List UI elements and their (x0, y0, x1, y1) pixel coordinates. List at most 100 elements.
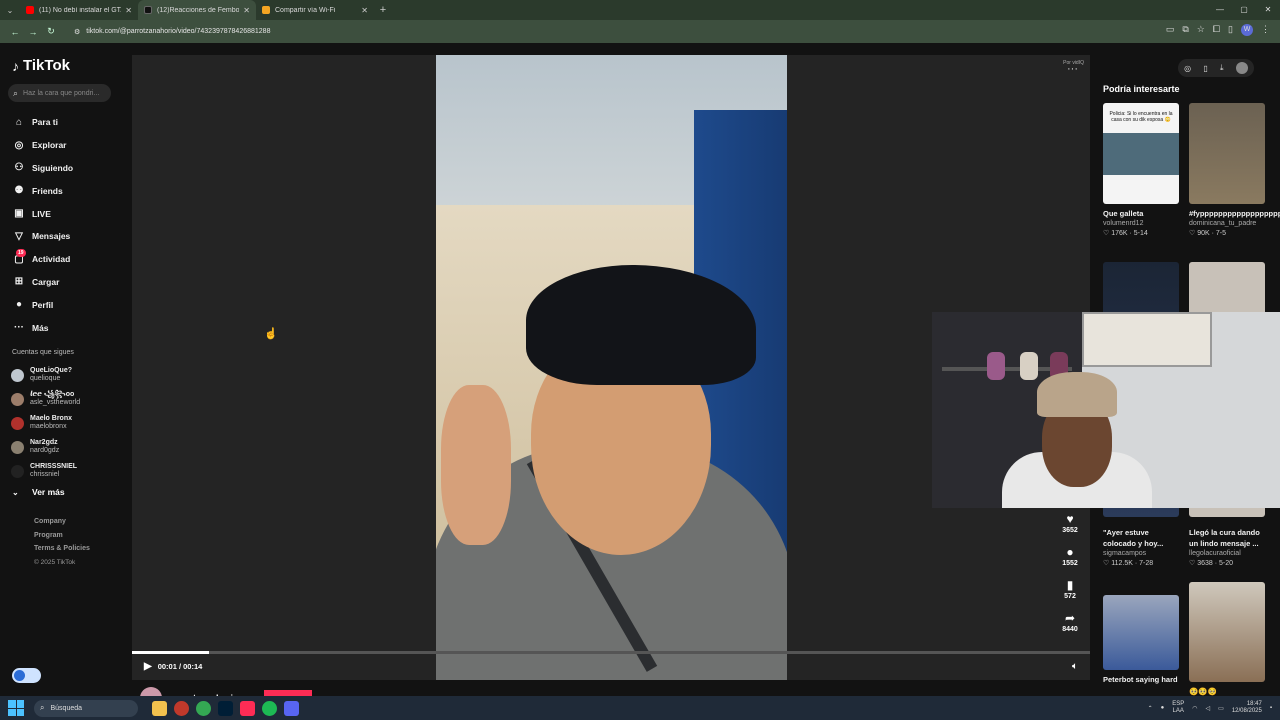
compass-icon[interactable]: ◎ (1184, 64, 1191, 73)
video-frame[interactable] (436, 55, 787, 680)
spotify-icon[interactable] (262, 700, 277, 716)
forward-icon[interactable]: → (24, 27, 42, 37)
chevron-up-icon[interactable]: ⌃ (1148, 705, 1153, 712)
volume-icon[interactable]: 🔈︎ (1072, 661, 1078, 672)
windows-start-icon[interactable] (8, 700, 24, 716)
menu-item-actividad[interactable]: ▢ 19 Actividad (12, 248, 73, 271)
cast-icon[interactable]: ▭ (1166, 24, 1175, 36)
menu-item-mensajes[interactable]: ▽ Mensajes (12, 225, 73, 248)
save-button[interactable]: ▮ 572 (1052, 578, 1088, 611)
menu-icon[interactable]: ⋮ (1261, 24, 1270, 36)
following-account[interactable]: Maelo Bronx maelobronx (11, 411, 80, 435)
wifi-icon[interactable]: ◠ (1192, 705, 1197, 712)
menu-item-friends[interactable]: ⚉ Friends (12, 179, 73, 202)
new-tab-button[interactable]: + (374, 4, 392, 16)
browser-tab[interactable]: Compartir vía Wi-Fi ✕ (256, 0, 374, 20)
menu-item-siguiendo[interactable]: ⚇ Siguiendo (12, 157, 74, 180)
minimize-icon[interactable]: — (1208, 0, 1232, 20)
tiktok-logo[interactable]: ♪ TikTok (12, 57, 70, 74)
phone-icon[interactable]: ▯ (1203, 64, 1207, 73)
video-progress-bar[interactable] (132, 651, 1090, 654)
menu-label: LIVE (32, 208, 51, 219)
close-icon[interactable]: ✕ (243, 6, 250, 15)
file-explorer-icon[interactable] (152, 700, 167, 716)
comment-button[interactable]: ● 1552 (1052, 545, 1088, 578)
see-more-button[interactable]: ⌄ Ver más (12, 487, 65, 497)
search-icon: ⌕ (13, 87, 19, 98)
recommended-video-card-text[interactable]: "Ayer estuve colocado y hoy... sigmacamp… (1103, 523, 1179, 569)
comment-count: 1552 (1062, 560, 1078, 567)
like-button[interactable]: ♥ 3652 (1052, 512, 1088, 545)
upload-icon: ⊞ (14, 276, 24, 288)
copyright: © 2025 TikTok (34, 558, 76, 566)
menu-item-perfil[interactable]: ● Perfil (12, 293, 73, 316)
maximize-icon[interactable]: ▢ (1232, 0, 1256, 20)
back-icon[interactable]: ← (6, 27, 24, 37)
clock[interactable]: 18:47 12/08/2025 (1232, 701, 1262, 715)
send-icon: ▽ (15, 230, 23, 242)
following-account[interactable]: CHRISSSNIEL chrissniel (11, 459, 80, 483)
extensions-icon[interactable]: ⧠ (1213, 24, 1220, 36)
reload-icon[interactable]: ↻ (42, 26, 60, 37)
app-icon[interactable] (174, 700, 189, 716)
url-text: tiktok.com/@parrotzanahorio/video/743239… (86, 28, 271, 35)
browser-tab[interactable]: (11) No debí instalar el GTA SA ✕ (20, 0, 138, 20)
tiktok-app-icon[interactable] (240, 700, 255, 716)
photoshop-icon[interactable] (218, 700, 233, 716)
speaker-icon[interactable]: ◁ (1206, 705, 1211, 712)
user-avatar[interactable] (1235, 62, 1248, 74)
bookmark-icon: ▮ (1066, 578, 1074, 592)
menu-item-mas[interactable]: ··· Más (12, 316, 73, 339)
download-icon[interactable]: ⤓ (1220, 63, 1224, 73)
more-options-icon[interactable]: ··· (1067, 63, 1078, 75)
menu-item-explorar[interactable]: ◎ Explorar (12, 134, 73, 157)
inbox-icon: ▢ 19 (14, 248, 26, 265)
browser-tab-active[interactable]: (12)Reacciones de Femboys al ✕ (138, 0, 256, 20)
close-icon[interactable]: ✕ (361, 6, 368, 15)
card-user: volumenrd12 (1103, 220, 1144, 227)
recommended-video-card[interactable]: #fyppppppppppppppppppppp... dominicana_t… (1189, 103, 1280, 239)
translate-icon[interactable]: ⧉ (1182, 24, 1188, 36)
mic-icon[interactable]: ● (1161, 705, 1165, 711)
url-bar[interactable]: ⚙ tiktok.com/@parrotzanahorio/video/7432… (66, 23, 1126, 40)
following-account[interactable]: Nar2gdz nard0gdz (11, 435, 80, 459)
taskbar-apps (152, 700, 299, 716)
recommended-video-card[interactable]: 🥺🥺🥺 (1189, 582, 1265, 697)
star-icon[interactable]: ☆ (1197, 24, 1205, 36)
lang-bottom: LAA (1172, 708, 1184, 714)
notifications-icon[interactable]: ▪ (1270, 705, 1272, 711)
extension-toggle[interactable] (12, 668, 41, 683)
following-account[interactable]: 𝙡𝙚𝙚 ꧁꧂oo asle_vstheworld (11, 387, 80, 411)
card-caption: Llegó la cura dando un lindo mensaje ... (1189, 528, 1260, 548)
footer-link-company[interactable]: Company (34, 518, 90, 532)
footer-link-program[interactable]: Program (34, 532, 90, 546)
play-icon[interactable]: ▶ (144, 661, 152, 672)
footer-link-terms[interactable]: Terms & Policies (34, 545, 90, 559)
menu-item-cargar[interactable]: ⊞ Cargar (12, 271, 73, 294)
chrome-icon[interactable] (196, 700, 211, 716)
share-button[interactable]: ➦ 8440 (1052, 611, 1088, 644)
language-indicator[interactable]: ESP LAA (1172, 701, 1184, 715)
recommended-video-card[interactable]: Peterbot saying hard (1103, 595, 1179, 685)
menu-item-live[interactable]: ▣ LIVE (12, 202, 73, 225)
recommended-video-card[interactable]: Policia: Si lo encuentra en la casa con … (1103, 103, 1179, 239)
following-account[interactable]: QueLioQue? quelioque (11, 363, 80, 387)
battery-icon[interactable]: ▭ (1218, 705, 1224, 712)
avatar (11, 464, 24, 478)
search-input[interactable]: ⌕ Haz la cara que pondri... (8, 84, 111, 102)
recommended-video-card-text[interactable]: Llegó la cura dando un lindo mensaje ...… (1189, 523, 1265, 569)
profile-avatar-icon[interactable]: W (1241, 24, 1253, 36)
youtube-icon (26, 6, 34, 14)
tab-search-icon[interactable]: ⌄ (0, 0, 20, 20)
discord-icon[interactable] (284, 700, 299, 716)
menu-item-para-ti[interactable]: ⌂ Para ti (12, 111, 73, 134)
see-more-label: Ver más (32, 487, 65, 497)
close-icon[interactable]: ✕ (125, 6, 132, 15)
card-user: dominicana_tu_padre (1189, 220, 1257, 227)
site-info-icon[interactable]: ⚙ (74, 28, 80, 36)
top-right-icons: ◎ ▯ ⤓ (1178, 59, 1254, 77)
taskbar-search[interactable]: ⌕ Búsqueda (34, 699, 138, 717)
menu-label: Siguiendo (32, 162, 74, 173)
close-window-icon[interactable]: ✕ (1256, 0, 1280, 20)
sidebar-icon[interactable]: ▯ (1228, 24, 1233, 36)
